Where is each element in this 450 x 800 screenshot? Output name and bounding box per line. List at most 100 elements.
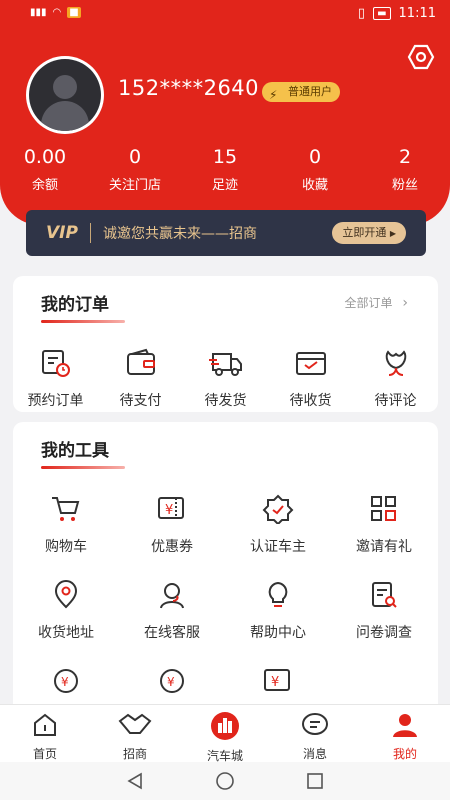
- tool-help-center[interactable]: 帮助中心: [225, 580, 331, 642]
- tool-invite[interactable]: 邀请有礼: [331, 494, 437, 556]
- tools-row-2: 收货地址 在线客服 帮助中心 问卷调查: [13, 580, 438, 642]
- coin-icon: ¥: [49, 666, 83, 696]
- order-shortcuts: 预约订单 待支付 待发货 待收货 待评论: [13, 348, 438, 410]
- tab-home[interactable]: 首页: [0, 705, 90, 762]
- handshake-icon: [118, 713, 152, 734]
- tab-investment[interactable]: 招商: [90, 705, 180, 762]
- orders-card: 我的订单 全部订单 › 预约订单 待支付 待发货 待收货 待评论: [13, 276, 438, 412]
- tab-messages[interactable]: 消息: [270, 705, 360, 762]
- tools-title: 我的工具: [41, 441, 109, 461]
- stat-favorites[interactable]: 0 收藏: [275, 146, 355, 193]
- order-to-pay[interactable]: 待支付: [98, 348, 183, 410]
- survey-icon: [367, 580, 401, 610]
- orders-title: 我的订单: [41, 295, 109, 315]
- stat-value: 2: [398, 146, 412, 168]
- vip-open-label: 立即开通: [342, 226, 387, 239]
- qr-grid-icon: [367, 494, 401, 524]
- tab-label: 消息: [302, 747, 327, 761]
- tab-mine[interactable]: 我的: [360, 705, 450, 762]
- stat-footprints[interactable]: 15 足迹: [185, 146, 265, 193]
- tool-cart[interactable]: 购物车: [13, 494, 119, 556]
- tool-label: 认证车主: [250, 539, 306, 555]
- battery-icon: ▬: [373, 7, 391, 20]
- tool-customer-service[interactable]: 在线客服: [119, 580, 225, 642]
- stat-label: 足迹: [211, 178, 238, 193]
- tool-certified-owner[interactable]: 认证车主: [225, 494, 331, 556]
- all-orders-label: 全部订单: [344, 296, 393, 310]
- status-right: ▯ ▬ 11:11: [358, 6, 436, 21]
- tab-label: 首页: [32, 747, 57, 761]
- reservation-order-icon: [39, 348, 73, 378]
- stat-label: 关注门店: [108, 178, 161, 193]
- stat-balance[interactable]: 0.00 余额: [5, 146, 85, 193]
- status-bar: ▮▮▮ ◠ ■ ▯ ▬ 11:11: [0, 0, 450, 30]
- stat-value: 15: [212, 146, 238, 168]
- home-icon: [34, 713, 56, 736]
- tool-partial-2[interactable]: ¥: [119, 666, 225, 696]
- vip-logo: VIP: [46, 223, 78, 243]
- settings-button[interactable]: [406, 42, 436, 72]
- tool-label: 帮助中心: [250, 625, 306, 641]
- chevron-right-icon: ›: [402, 295, 408, 311]
- member-badge-label: 普通用户: [288, 85, 332, 98]
- vip-divider: [89, 223, 91, 243]
- title-underline: [41, 466, 125, 469]
- title-underline: [41, 320, 125, 323]
- wallet-icon: [124, 348, 158, 378]
- coupon-icon: ¥: [155, 494, 189, 524]
- stat-value: 0: [128, 146, 142, 168]
- back-triangle-icon[interactable]: [125, 771, 145, 791]
- system-nav-bar: [0, 762, 450, 800]
- stat-value: 0: [308, 146, 322, 168]
- stat-fans[interactable]: 2 粉丝: [365, 146, 445, 193]
- tool-label: 在线客服: [144, 625, 200, 641]
- order-label: 待评论: [374, 393, 417, 409]
- stat-followed-stores[interactable]: 0 关注门店: [95, 146, 175, 193]
- stat-label: 收藏: [301, 178, 328, 193]
- tool-partial-3[interactable]: ¥: [225, 666, 331, 696]
- tool-label: 收货地址: [38, 625, 94, 641]
- home-circle-icon[interactable]: [215, 771, 235, 791]
- coin-icon: ¥: [155, 666, 189, 696]
- vip-open-button[interactable]: 立即开通 ▶: [332, 222, 406, 244]
- order-reservation[interactable]: 预约订单: [13, 348, 98, 410]
- notification-icon: ■: [67, 7, 81, 18]
- tool-coupon[interactable]: ¥ 优惠券: [119, 494, 225, 556]
- order-to-ship[interactable]: 待发货: [183, 348, 268, 410]
- svg-text:¥: ¥: [61, 675, 69, 689]
- tools-row-1: 购物车 ¥ 优惠券 认证车主 邀请有礼: [13, 494, 438, 556]
- wifi-icon: ◠: [52, 7, 62, 18]
- tool-label: 问卷调查: [356, 625, 412, 641]
- city-icon: [211, 712, 239, 740]
- avatar[interactable]: [26, 56, 104, 134]
- flower-icon: [379, 348, 413, 378]
- svg-text:¥: ¥: [271, 675, 279, 690]
- tool-address[interactable]: 收货地址: [13, 580, 119, 642]
- vip-text: 诚邀您共赢未来——招商: [102, 226, 257, 242]
- tab-label: 我的: [392, 747, 417, 761]
- tab-auto-city[interactable]: 汽车城: [180, 705, 270, 763]
- coupon-icon: ¥: [261, 666, 295, 696]
- avatar-placeholder-icon: [29, 59, 101, 131]
- order-to-receive[interactable]: 待收货: [268, 348, 353, 410]
- order-label: 预约订单: [27, 393, 84, 409]
- bottom-tab-bar: 首页 招商 汽车城 消息 我的: [0, 704, 450, 763]
- tool-survey[interactable]: 问卷调查: [331, 580, 437, 642]
- all-orders-link[interactable]: 全部订单 ›: [345, 294, 408, 311]
- order-label: 待支付: [119, 393, 162, 409]
- vip-banner[interactable]: VIP 诚邀您共赢未来——招商 立即开通 ▶: [26, 210, 426, 256]
- order-to-review[interactable]: 待评论: [353, 348, 438, 410]
- user-icon: [393, 714, 417, 737]
- stats-row: 0.00 余额 0 关注门店 15 足迹 0 收藏 2 粉丝: [0, 146, 450, 193]
- tool-partial-1[interactable]: ¥: [13, 666, 119, 696]
- recents-square-icon[interactable]: [305, 771, 325, 791]
- settings-icon: [407, 44, 435, 70]
- tab-label: 招商: [122, 747, 147, 761]
- svg-text:¥: ¥: [165, 503, 173, 518]
- tool-label: 邀请有礼: [356, 539, 412, 555]
- message-icon: [302, 713, 328, 735]
- stat-label: 余额: [31, 178, 58, 193]
- certified-badge-icon: [261, 494, 295, 526]
- order-label: 待发货: [204, 393, 247, 409]
- tool-label: 购物车: [45, 539, 87, 555]
